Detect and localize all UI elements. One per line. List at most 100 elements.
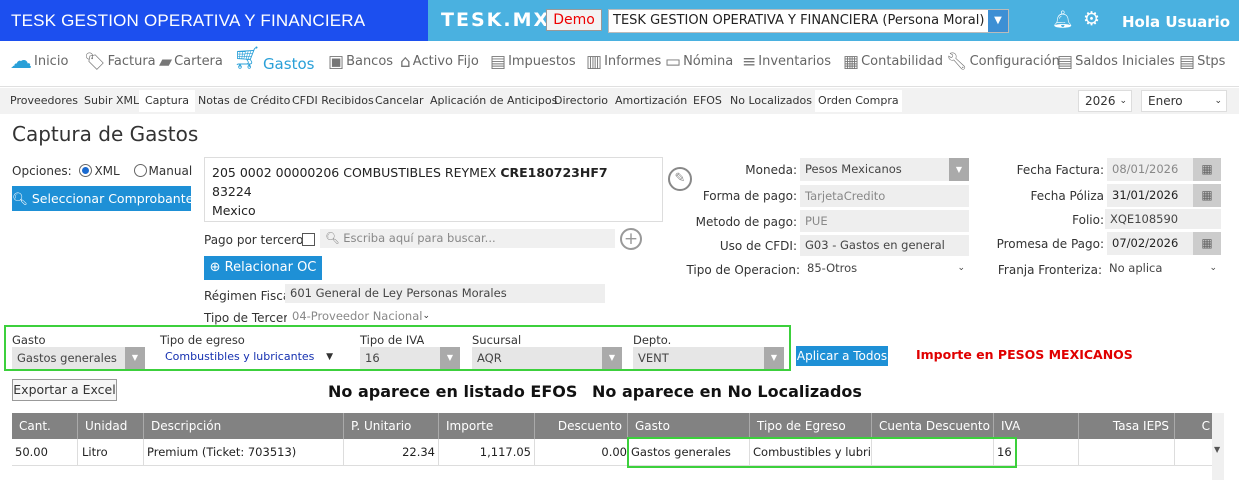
module-stps[interactable]: ▤ Stps (1179, 53, 1225, 75)
subnav-cancelar[interactable]: Cancelar (375, 94, 424, 107)
module-saldos-iniciales[interactable]: ▤ Saldos Iniciales (1057, 53, 1175, 75)
module-nomina[interactable]: ▭ Nómina (665, 53, 733, 75)
folio-label: Folio: (1072, 213, 1104, 227)
col-tasa-ieps[interactable]: Tasa IEPS (1079, 413, 1175, 439)
scroll-down-icon[interactable]: ▼ (1214, 445, 1220, 454)
add-circle-icon[interactable]: + (620, 228, 642, 250)
forma-pago-label: Forma de pago: (702, 189, 797, 203)
depto-select[interactable]: VENT ▼ (633, 347, 784, 369)
sucursal-select[interactable]: AQR ▼ (472, 347, 622, 369)
module-bancos[interactable]: ▣ Bancos (328, 53, 393, 75)
chevron-down-icon: ⌄ (1209, 263, 1217, 273)
tipo-operacion-select[interactable]: 85-Otros ⌄ (802, 259, 969, 278)
module-impuestos[interactable]: ▤ Impuestos (490, 53, 576, 75)
calendar-icon[interactable]: ▦ (1193, 232, 1221, 255)
calendar-icon[interactable]: ▦ (1193, 158, 1221, 181)
search-placeholder: Escriba aquí para buscar... (343, 231, 496, 245)
calculator-icon: ▦ (843, 52, 860, 72)
cell-tasa-ieps[interactable] (1079, 439, 1175, 466)
col-descripcion[interactable]: Descripción (144, 413, 344, 439)
subnav-aplicacion-anticipos[interactable]: Aplicación de Anticipos (430, 94, 557, 107)
module-label: Configuración (969, 54, 1060, 69)
franja-select[interactable]: No aplica ⌄ (1104, 259, 1221, 278)
subnav-no-localizados[interactable]: No Localizados (730, 94, 812, 107)
module-inicio[interactable]: ☁ Inicio (10, 49, 68, 75)
module-label: Inventarios (758, 54, 832, 69)
module-label: Informes (604, 54, 662, 69)
module-factura[interactable]: 🏷︎ Factura (84, 53, 156, 75)
col-gasto[interactable]: Gasto (628, 413, 750, 439)
col-p-unitario[interactable]: P. Unitario (344, 413, 439, 439)
efos-message: No aparece en listado EFOS (328, 382, 578, 401)
fecha-factura-input[interactable]: 08/01/2026 ▦ (1107, 158, 1221, 181)
module-activo-fijo[interactable]: ⌂ Activo Fijo (400, 53, 479, 75)
col-iva[interactable]: IVA (994, 413, 1079, 439)
tesk-logo[interactable]: TESK.MX (441, 0, 550, 41)
subnav-subir-xml[interactable]: Subir XML (84, 94, 139, 107)
subnav-proveedores[interactable]: Proveedores (10, 94, 78, 107)
fecha-poliza-input[interactable]: 31/01/2026 ▦ (1107, 184, 1221, 207)
gear-icon[interactable]: ⚙ (1083, 8, 1100, 30)
relacionar-oc-button[interactable]: ⊕ Relacionar OC (204, 256, 322, 280)
tercero-checkbox[interactable] (302, 233, 315, 246)
metodo-pago-select[interactable]: PUE (800, 210, 969, 232)
egreso-select[interactable]: Combustibles y lubricantes ▼ (160, 347, 338, 367)
brand-title: TESK GESTION OPERATIVA Y FINANCIERA (0, 0, 428, 41)
promesa-pago-input[interactable]: 07/02/2026 ▦ (1107, 232, 1221, 255)
module-label: Cartera (174, 54, 223, 69)
module-cartera[interactable]: ▰ Cartera (159, 53, 223, 75)
export-excel-button[interactable]: Exportar a Excel (12, 379, 117, 401)
xml-radio[interactable] (79, 164, 93, 177)
col-c[interactable]: C (1175, 413, 1212, 439)
company-select[interactable]: TESK GESTION OPERATIVA Y FINANCIERA (Per… (608, 9, 1009, 33)
subnav-cfdi-recibidos[interactable]: CFDI Recibidos (292, 94, 374, 107)
tercero-search-input[interactable]: 🔍︎ Escriba aquí para buscar... (320, 229, 615, 248)
franja-value: No aplica (1109, 261, 1163, 275)
gasto-value: Gastos generales (17, 351, 117, 365)
subnav-notas-credito[interactable]: Notas de Crédito (198, 94, 290, 107)
demo-badge[interactable]: Demo (546, 9, 602, 31)
manual-label: Manual (148, 164, 193, 178)
iva-select[interactable]: 16 ▼ (360, 347, 460, 369)
chevron-down-icon[interactable]: ▼ (988, 10, 1008, 32)
module-gastos[interactable]: 🛒︎ Gastos (233, 48, 314, 74)
subnav-amortizacion[interactable]: Amortización (615, 94, 687, 107)
calendar-icon[interactable]: ▦ (1193, 184, 1221, 207)
user-greeting[interactable]: Hola Usuario (1122, 0, 1230, 44)
table-scrollbar[interactable]: ▼ (1212, 413, 1224, 480)
subnav-orden-compra[interactable]: Orden Compra (815, 90, 902, 112)
metodo-pago-value: PUE (805, 214, 828, 228)
select-comprobante-button[interactable]: 🔍︎ Seleccionar Comprobante (12, 186, 193, 211)
document-icon: ▤ (1179, 52, 1196, 72)
module-configuracion[interactable]: 🔧︎ Configuración (946, 53, 1060, 75)
house-icon: ⌂ (400, 52, 411, 72)
year-select[interactable]: 2026 ⌄ (1078, 90, 1132, 112)
forma-pago-select[interactable]: TarjetaCredito (800, 185, 969, 207)
col-descuento[interactable]: Descuento (535, 413, 628, 439)
subnav-efos[interactable]: EFOS (693, 94, 722, 107)
col-tipo-egreso[interactable]: Tipo de Egreso (750, 413, 872, 439)
gasto-select[interactable]: Gastos generales ▼ (12, 347, 145, 369)
cloud-icon: ☁ (10, 49, 32, 74)
table-row[interactable]: 50.00 Litro Premium (Ticket: 703513) 22.… (12, 439, 1224, 466)
module-contabilidad[interactable]: ▦ Contabilidad (843, 53, 943, 75)
col-importe[interactable]: Importe (439, 413, 535, 439)
year-value: 2026 (1085, 94, 1116, 108)
plus-circle-icon: ⊕ (209, 260, 221, 275)
month-select[interactable]: Enero ⌄ (1141, 90, 1227, 112)
moneda-select[interactable]: Pesos Mexicanos ▼ (800, 158, 969, 181)
module-informes[interactable]: ▥ Informes (586, 53, 661, 75)
subnav-captura[interactable]: Captura (139, 90, 195, 112)
module-inventarios[interactable]: ≡ Inventarios (742, 53, 831, 75)
col-unidad[interactable]: Unidad (78, 413, 144, 439)
col-cant[interactable]: Cant. (12, 413, 78, 439)
aplicar-todos-button[interactable]: Aplicar a Todos (796, 346, 888, 366)
cell-c[interactable] (1175, 439, 1212, 466)
bell-icon[interactable]: 🔔︎ (1052, 10, 1074, 30)
supplier-line1: 205 0002 00000206 COMBUSTIBLES REYMEX CR… (212, 163, 655, 182)
top-bar: TESK GESTION OPERATIVA Y FINANCIERA TESK… (0, 0, 1239, 41)
tipo-tercero-select[interactable]: 04-Proveedor Nacional ⌄ (287, 307, 434, 326)
manual-radio[interactable] (133, 164, 147, 177)
col-cuenta-descuento[interactable]: Cuenta Descuento (872, 413, 994, 439)
subnav-directorio[interactable]: Directorio (554, 94, 608, 107)
